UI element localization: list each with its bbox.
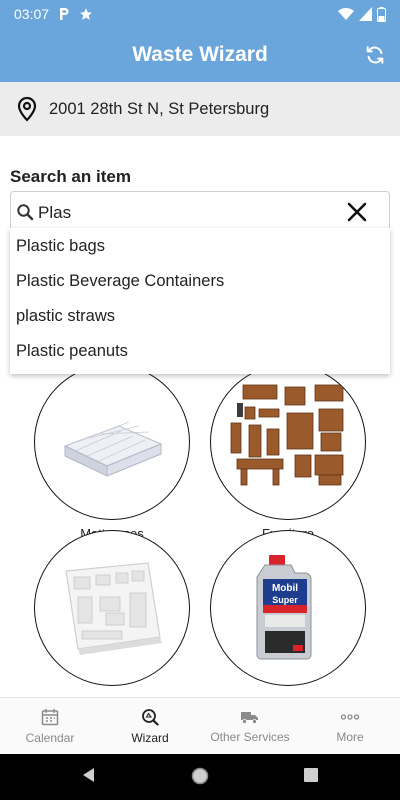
category-circle[interactable]: Mobil Super (210, 530, 366, 686)
oil-product-text: Super (272, 595, 298, 605)
system-nav-bar (0, 754, 400, 800)
refresh-button[interactable] (362, 42, 388, 68)
wifi-icon (338, 7, 354, 21)
suggestion-item[interactable]: Plastic peanuts (10, 334, 390, 369)
suggestion-item[interactable]: Plastic Beverage Containers (10, 264, 390, 299)
refresh-icon (366, 46, 384, 64)
bottom-nav: Calendar Wizard Other Services More (0, 697, 400, 754)
more-dots-icon (340, 713, 360, 720)
search-icon (17, 204, 34, 221)
home-icon (191, 767, 209, 785)
parking-icon (58, 7, 70, 21)
furniture-image (230, 384, 344, 486)
tab-calendar-label: Calendar (25, 730, 75, 745)
back-button[interactable] (80, 766, 98, 789)
tab-calendar[interactable]: Calendar (0, 698, 100, 754)
truck-icon (241, 711, 258, 724)
app-bar: Waste Wizard (0, 28, 400, 82)
suggestion-item[interactable]: Plastic bags (10, 229, 390, 264)
styrofoam-image (65, 562, 162, 655)
mattress-image (63, 421, 163, 477)
suggestion-list: Plastic bags Plastic Beverage Containers… (10, 228, 390, 374)
home-button[interactable] (190, 766, 210, 791)
status-bar: 03:07 (0, 0, 400, 28)
address-text: 2001 28th St N, St Petersburg (49, 99, 270, 118)
category-circle[interactable] (34, 530, 190, 686)
search-input[interactable] (38, 201, 328, 223)
category-styrofoam[interactable] (32, 530, 192, 686)
tab-wizard[interactable]: Wizard (100, 698, 200, 754)
wizard-icon (142, 708, 159, 726)
calendar-icon (41, 708, 59, 725)
category-furniture[interactable]: Furniture (208, 364, 368, 541)
close-icon (347, 202, 367, 222)
oil-brand-text: Mobil (272, 583, 298, 594)
tab-wizard-label: Wizard (131, 730, 169, 745)
clear-search-button[interactable] (346, 201, 368, 223)
category-mattresses[interactable]: Mattresses (32, 364, 192, 541)
back-icon (83, 768, 94, 782)
search-label: Search an item (10, 167, 131, 186)
location-pin-icon (17, 96, 37, 122)
search-box[interactable] (10, 191, 390, 233)
category-circle[interactable] (210, 364, 366, 520)
recents-icon (304, 768, 318, 782)
category-circle[interactable] (34, 364, 190, 520)
star-icon (79, 7, 93, 21)
signal-icon (359, 7, 372, 21)
tab-other-services-label: Other Services (210, 729, 290, 744)
tab-other-services[interactable]: Other Services (200, 698, 300, 754)
battery-icon (377, 6, 386, 22)
tab-more[interactable]: More (300, 698, 400, 754)
status-time: 03:07 (14, 6, 50, 22)
suggestion-item[interactable]: plastic straws (10, 299, 390, 334)
tab-more-label: More (336, 729, 364, 744)
app-title: Waste Wizard (132, 43, 268, 66)
recents-button[interactable] (303, 766, 319, 789)
motor-oil-image: Mobil Super (256, 555, 312, 660)
category-motor-oil[interactable]: Mobil Super (208, 530, 368, 686)
address-bar[interactable]: 2001 28th St N, St Petersburg (0, 82, 400, 136)
